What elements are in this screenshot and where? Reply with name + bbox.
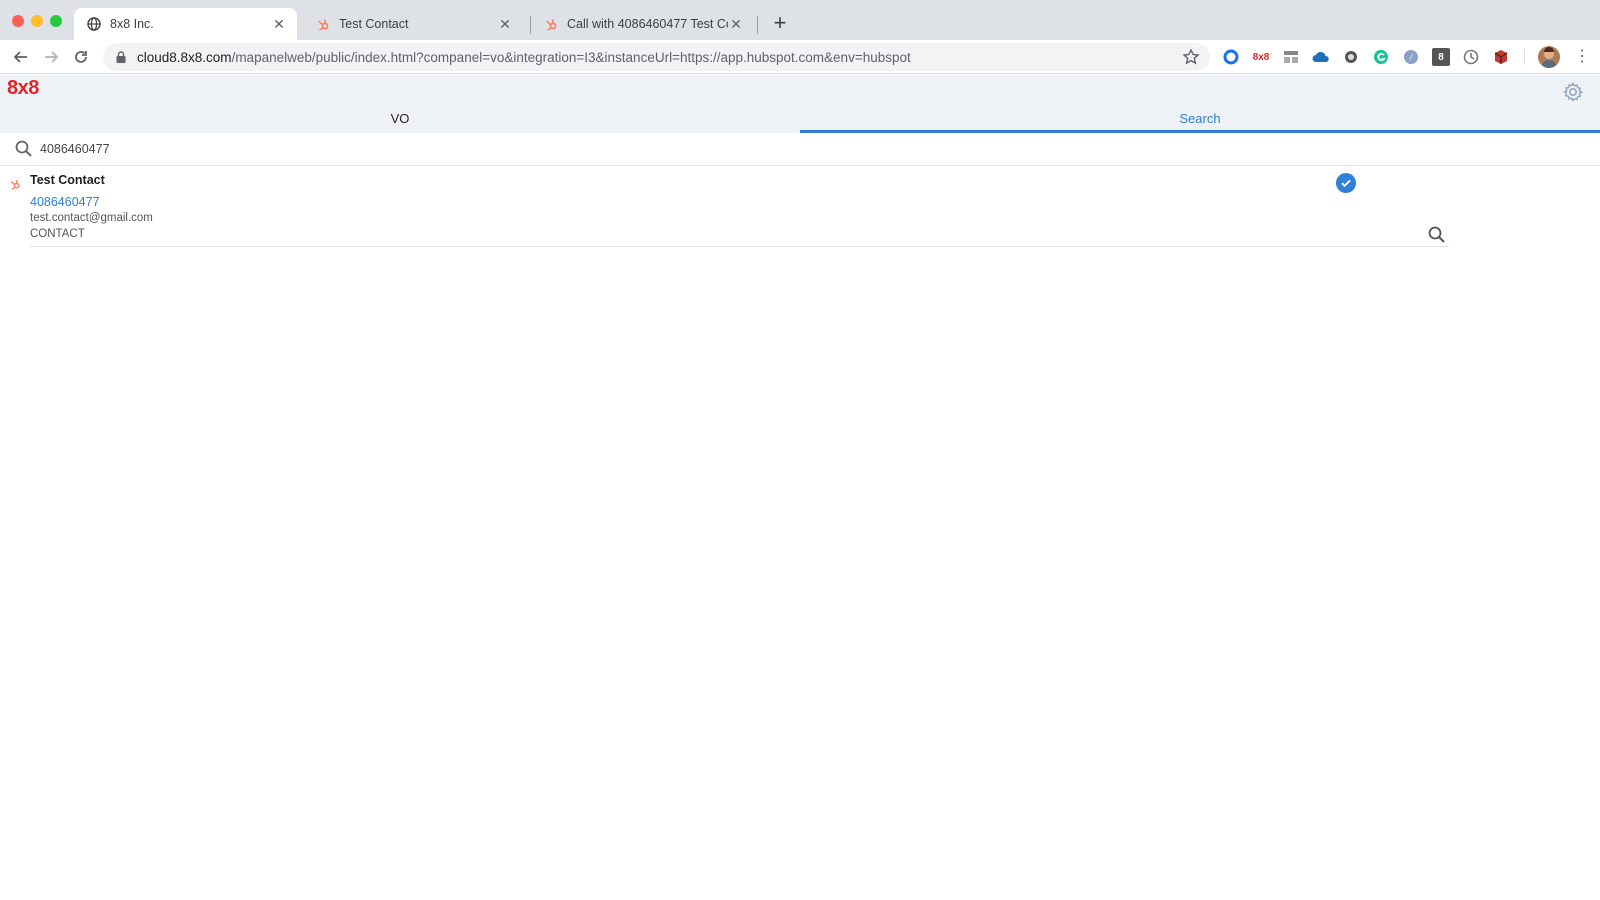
circle-icon[interactable] — [1222, 48, 1240, 66]
bookmark-star-icon[interactable] — [1182, 48, 1200, 66]
browser-menu-icon[interactable]: ⋮ — [1574, 47, 1590, 67]
profile-avatar[interactable] — [1538, 46, 1560, 68]
search-result-item[interactable]: Test Contact 4086460477 test.contact@gma… — [0, 169, 1600, 249]
search-bar — [0, 133, 1600, 166]
new-tab-button[interactable]: + — [770, 12, 790, 34]
grid-extension-icon[interactable] — [1282, 48, 1300, 66]
clock-icon[interactable] — [1462, 48, 1480, 66]
url-text: cloud8.8x8.com/mapanelweb/public/index.h… — [137, 50, 911, 65]
search-input[interactable] — [40, 142, 440, 156]
address-bar[interactable]: cloud8.8x8.com/mapanelweb/public/index.h… — [103, 43, 1210, 71]
maximize-window-button[interactable] — [50, 15, 62, 27]
search-icon[interactable] — [1427, 225, 1447, 245]
tab-vo[interactable]: VO — [0, 107, 800, 133]
close-tab-icon[interactable]: ✕ — [728, 16, 744, 32]
tab-separator — [757, 16, 758, 34]
hubspot-icon — [9, 177, 21, 190]
url-path: /mapanelweb/public/index.html?companel=v… — [231, 49, 911, 65]
close-tab-icon[interactable]: ✕ — [271, 16, 287, 32]
reload-icon[interactable] — [70, 46, 92, 68]
app-panel: 8x8 VO Search Test Contact 4086460477 te… — [0, 75, 1600, 900]
browser-tab-8x8[interactable]: 8x8 Inc. ✕ — [74, 8, 297, 40]
contact-name: Test Contact — [30, 173, 105, 187]
app-tabs: VO Search — [0, 107, 1600, 133]
minimize-window-button[interactable] — [31, 15, 43, 27]
grammarly-icon[interactable] — [1372, 48, 1390, 66]
tab-title: Call with 4086460477 Test Co — [567, 17, 728, 31]
back-icon[interactable] — [10, 46, 32, 68]
tab-search[interactable]: Search — [800, 107, 1600, 133]
record-icon[interactable] — [1342, 48, 1360, 66]
forward-icon[interactable] — [40, 46, 62, 68]
tab-title: Test Contact — [339, 17, 409, 31]
hubspot-icon — [315, 16, 331, 32]
cube-icon[interactable] — [1492, 48, 1510, 66]
url-host: cloud8.8x8.com — [137, 49, 232, 65]
globe-icon — [86, 16, 102, 32]
browser-tab-call[interactable]: Call with 4086460477 Test Co ✕ — [531, 8, 754, 40]
selected-check-icon[interactable] — [1336, 173, 1356, 193]
contact-email: test.contact@gmail.com — [30, 212, 153, 224]
browser-toolbar: cloud8.8x8.com/mapanelweb/public/index.h… — [0, 40, 1600, 74]
result-divider — [30, 246, 1449, 247]
contact-phone-link[interactable]: 4086460477 — [30, 195, 100, 209]
app-header: 8x8 VO Search — [0, 75, 1600, 133]
hubspot-icon — [543, 16, 559, 32]
browser-tab-test-contact[interactable]: Test Contact ✕ — [303, 8, 523, 40]
gear-icon[interactable] — [1562, 81, 1584, 103]
8x8-extension-icon[interactable]: 8x8 — [1252, 48, 1270, 66]
close-tab-icon[interactable]: ✕ — [497, 16, 513, 32]
toolbar-separator — [1524, 49, 1525, 65]
cloud-icon[interactable] — [1312, 48, 1330, 66]
close-window-button[interactable] — [12, 15, 24, 27]
contact-type: CONTACT — [30, 228, 85, 240]
tab-title: 8x8 Inc. — [110, 17, 154, 31]
search-icon — [14, 139, 34, 159]
compass-icon[interactable] — [1402, 48, 1420, 66]
bookmark-8-icon[interactable]: 8 — [1432, 48, 1450, 66]
8x8-logo: 8x8 — [7, 77, 39, 99]
browser-tab-strip: 8x8 Inc. ✕ Test Contact ✕ Call with 4086… — [0, 0, 1600, 40]
lock-icon[interactable] — [115, 50, 127, 64]
